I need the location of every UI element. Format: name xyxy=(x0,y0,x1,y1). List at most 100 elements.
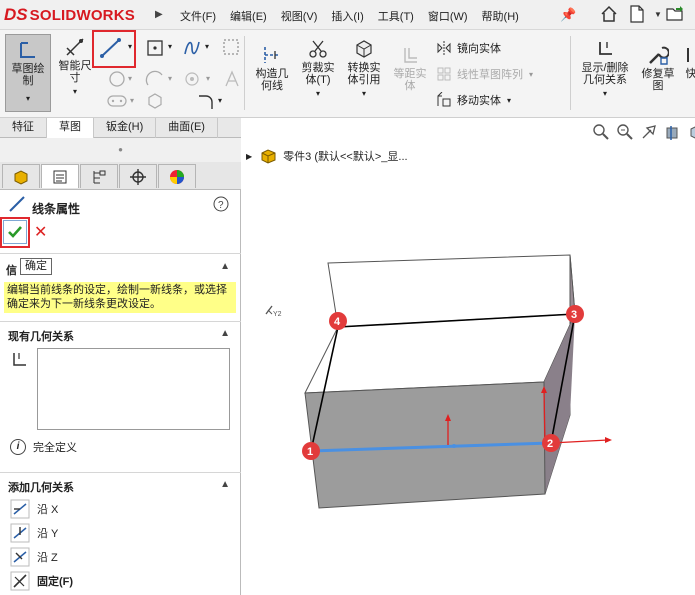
chevron-up-icon[interactable]: ▲ xyxy=(220,328,230,339)
graphics-area[interactable]: ▶ 零件3 (默认<<默认>_显... Y2 1 2 3 4 xyxy=(242,118,695,595)
cancel-button[interactable]: ✕ xyxy=(34,222,47,242)
configuration-manager-tab[interactable] xyxy=(80,164,118,188)
rectangle-dropdown-icon[interactable]: ▾ xyxy=(168,42,172,51)
point-marker-4[interactable]: 4 xyxy=(329,312,347,330)
rectangle-tool-icon[interactable] xyxy=(145,38,165,58)
fillet-dropdown-icon[interactable]: ▾ xyxy=(218,96,222,105)
slot-tool-icon[interactable] xyxy=(106,93,128,109)
pin-icon[interactable]: 📌 xyxy=(560,7,576,23)
tab-sheet-metal[interactable]: 钣金(H) xyxy=(94,118,157,138)
display-delete-relations-label: 显示/删除 几何关系 xyxy=(581,62,629,86)
sketch-button[interactable]: 草图绘 制 ▾ xyxy=(5,34,51,112)
relations-icon xyxy=(599,42,612,55)
trim-entities-label: 剪裁实 体(T) xyxy=(301,62,335,86)
trim-entities-button[interactable]: 剪裁实 体(T) ▾ xyxy=(296,38,340,100)
tab-features[interactable]: 特征 xyxy=(0,118,47,138)
point-marker-2[interactable]: 2 xyxy=(542,434,560,452)
new-document-icon[interactable] xyxy=(626,3,648,25)
polygon-dropdown-icon[interactable]: ▾ xyxy=(206,74,210,83)
linear-pattern-label: 线性草图阵列 xyxy=(457,69,523,81)
solidworks-logo[interactable]: DS SOLIDWORKS xyxy=(4,4,135,26)
text-tool-icon[interactable] xyxy=(223,70,241,88)
slot-dropdown-icon[interactable]: ▾ xyxy=(130,96,134,105)
message-section-title: 信 xyxy=(6,265,17,277)
spline-dropdown-icon[interactable]: ▾ xyxy=(205,42,209,51)
chevron-down-icon[interactable]: ▼ xyxy=(654,3,662,25)
quick-snaps-button[interactable]: 快 xyxy=(684,44,695,80)
menu-help[interactable]: 帮助(H) xyxy=(482,8,519,24)
tab-surfaces[interactable]: 曲面(E) xyxy=(156,118,218,138)
relation-horizontal[interactable]: 沿 X xyxy=(10,499,58,519)
point-marker-1[interactable]: 1 xyxy=(302,442,320,460)
quick-snaps-icon xyxy=(687,48,689,62)
line-tool-dropdown-icon[interactable]: ▾ xyxy=(128,42,132,51)
hexagon-tool-icon[interactable] xyxy=(146,92,164,110)
line-tool-icon[interactable] xyxy=(99,37,123,59)
chevron-up-icon[interactable]: ▲ xyxy=(220,261,230,272)
linear-pattern-button[interactable]: 线性草图阵列 ▾ xyxy=(436,66,533,82)
feature-manager-tab[interactable] xyxy=(2,164,40,188)
trim-entities-icon xyxy=(309,40,327,58)
circle-tool-icon[interactable] xyxy=(108,70,126,88)
move-icon xyxy=(436,92,452,108)
point-label: 2 xyxy=(547,438,553,450)
convert-entities-icon xyxy=(356,40,372,58)
line-properties-icon xyxy=(9,196,25,212)
model-view[interactable]: 1 2 3 4 xyxy=(242,118,695,595)
repair-sketch-button[interactable]: 修复草 图 xyxy=(636,44,680,92)
along-y-icon xyxy=(10,523,30,543)
display-manager-tab[interactable] xyxy=(158,164,196,188)
menu-window[interactable]: 窗口(W) xyxy=(428,8,468,24)
arc-tool-icon[interactable] xyxy=(145,70,165,88)
construction-geometry-label: 构造几 何线 xyxy=(255,68,289,92)
menu-file[interactable]: 文件(F) xyxy=(180,8,216,24)
dimxpert-manager-tab[interactable] xyxy=(119,164,157,188)
fillet-tool-icon[interactable] xyxy=(196,92,216,110)
repair-sketch-icon xyxy=(649,46,669,65)
move-entities-button[interactable]: 移动实体 ▾ xyxy=(436,92,511,108)
construction-geometry-button[interactable]: 构造几 何线 xyxy=(250,44,294,92)
menu-edit[interactable]: 编辑(E) xyxy=(230,8,267,24)
offset-entities-icon xyxy=(404,48,417,63)
point-label: 1 xyxy=(307,446,313,458)
ok-tooltip: 确定 xyxy=(20,258,52,275)
spline-tool-icon[interactable] xyxy=(182,38,202,58)
polygon-tool-icon[interactable] xyxy=(183,70,201,88)
fix-icon xyxy=(10,571,30,591)
help-icon[interactable]: ? xyxy=(213,196,229,212)
home-icon[interactable] xyxy=(598,3,620,25)
panel-grip[interactable]: ● xyxy=(0,138,241,162)
open-folder-icon[interactable] xyxy=(664,3,686,25)
add-relations-title: 添加几何关系 xyxy=(8,482,74,494)
relation-fix[interactable]: 固定(F) xyxy=(10,571,73,591)
mirror-entities-button[interactable]: 镜向实体 xyxy=(436,40,501,56)
display-delete-relations-button[interactable]: 显示/删除 几何关系 ▾ xyxy=(574,38,636,100)
convert-entities-button[interactable]: 转换实 体引用 ▾ xyxy=(342,38,386,100)
menu-insert[interactable]: 插入(I) xyxy=(331,8,363,24)
checkmark-icon xyxy=(8,226,22,238)
along-x-icon xyxy=(10,499,30,519)
move-dropdown-icon[interactable]: ▾ xyxy=(507,96,511,105)
menu-tools[interactable]: 工具(T) xyxy=(378,8,414,24)
circle-dropdown-icon[interactable]: ▾ xyxy=(128,74,132,83)
tab-sketch[interactable]: 草图 xyxy=(47,118,94,138)
menu-view[interactable]: 视图(V) xyxy=(281,8,318,24)
property-manager-tab[interactable] xyxy=(41,164,79,188)
existing-relations-list[interactable] xyxy=(37,348,230,430)
chevron-up-icon[interactable]: ▲ xyxy=(220,479,230,490)
point-marker-3[interactable]: 3 xyxy=(566,305,584,323)
ok-button[interactable] xyxy=(3,220,27,244)
arc-dropdown-icon[interactable]: ▾ xyxy=(168,74,172,83)
relation-vertical[interactable]: 沿 Y xyxy=(10,523,58,543)
relation-along-z[interactable]: 沿 Z xyxy=(10,547,58,567)
offset-entities-button[interactable]: 等距实 体 xyxy=(388,44,432,92)
line-midpoint[interactable] xyxy=(452,444,456,448)
quick-snaps-label: 快 xyxy=(685,68,695,80)
linear-pattern-dropdown-icon[interactable]: ▾ xyxy=(529,70,533,79)
smart-dimension-button[interactable]: 智能尺 寸 ▾ xyxy=(55,36,95,98)
ribbon-separator xyxy=(244,36,245,110)
relation-label: 固定(F) xyxy=(37,576,74,588)
chevron-right-icon[interactable]: ▶ xyxy=(155,9,163,20)
info-icon: i xyxy=(10,439,26,455)
display-grid-icon[interactable] xyxy=(222,38,240,56)
